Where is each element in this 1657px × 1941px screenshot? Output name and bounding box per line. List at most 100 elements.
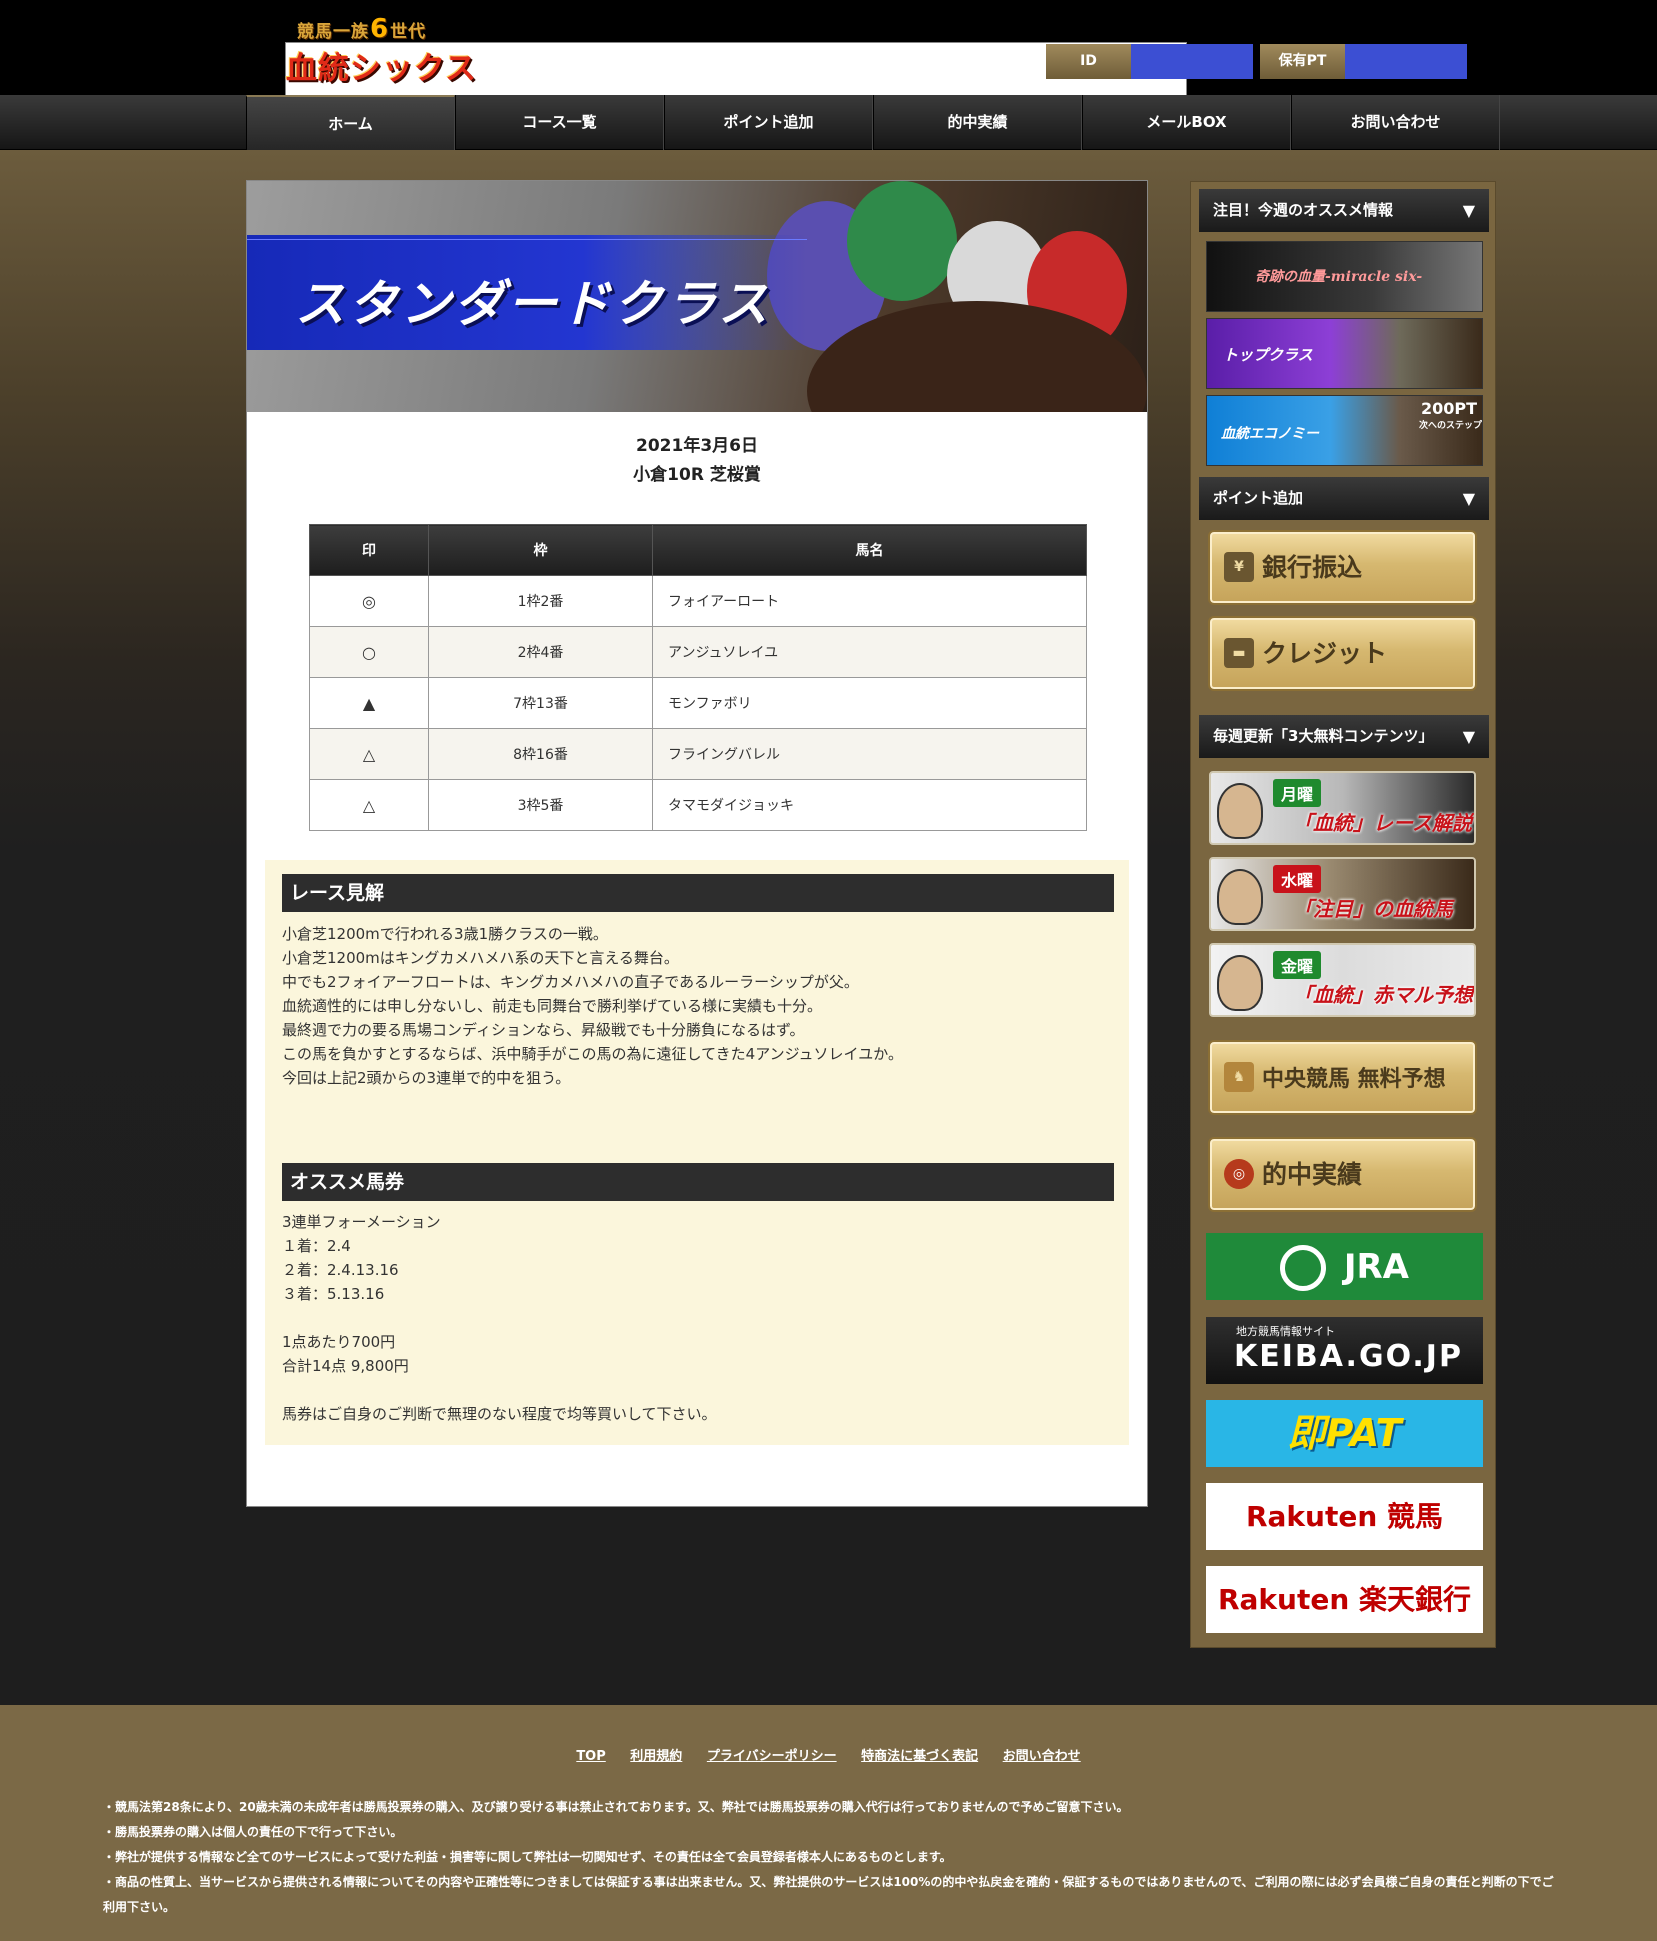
footer-link-privacy[interactable]: プライバシーポリシー — [707, 1749, 837, 1764]
analysis-heading: レース見解 — [282, 874, 1114, 912]
analysis-line: 中でも2フォイアーフロートは、キングカメハメハの直子であるルーラーシップが父。 — [282, 973, 859, 991]
nav-mailbox[interactable]: メールBOX — [1082, 95, 1291, 150]
free-title: 「血統」赤マル予想 — [1293, 983, 1473, 1007]
nav-courses[interactable]: コース一覧 — [455, 95, 664, 150]
recommend-heading[interactable]: 注目！今週のオススメ情報 ▼ — [1199, 189, 1489, 232]
credit-button[interactable]: ▬ クレジット — [1208, 616, 1477, 691]
points-heading[interactable]: ポイント追加 ▼ — [1199, 477, 1489, 520]
col-frame: 枠 — [428, 524, 653, 576]
pick-frame: 7枠13番 — [428, 677, 653, 729]
col-mark: 印 — [309, 524, 429, 576]
free-friday-banner[interactable]: 金曜 「血統」赤マル予想 — [1209, 943, 1476, 1017]
top-class-banner[interactable]: トップクラス — [1206, 318, 1483, 389]
pick-mark: △ — [309, 728, 429, 780]
economy-sub: 次へのステップ — [1419, 421, 1483, 431]
keiba-label: KEIBA.GO.JP — [1234, 1339, 1463, 1374]
pick-frame: 1枠2番 — [428, 575, 653, 627]
free-content-heading[interactable]: 毎週更新「3大無料コンテンツ」 ▼ — [1199, 715, 1489, 758]
economy-label: 血統エコノミー — [1221, 426, 1319, 442]
chevron-down-icon: ▼ — [1462, 201, 1475, 220]
free-wednesday-banner[interactable]: 水曜 「注目」の血統馬 — [1209, 857, 1476, 931]
tickets-heading: オススメ馬券 — [282, 1163, 1114, 1201]
footer-link-top[interactable]: TOP — [576, 1749, 605, 1764]
sokupat-label: 即PAT — [1287, 1411, 1402, 1455]
horse-icon: ♞ — [1224, 1062, 1254, 1092]
miracle-six-label: 奇跡の血量-miracle six- — [1255, 269, 1423, 285]
ticket-line: 合計14点 9,800円 — [282, 1357, 409, 1375]
analysis-panel: レース見解 小倉芝1200mで行われる3歳1勝クラスの一戦。 小倉芝1200mは… — [265, 860, 1129, 1445]
analysis-line: 最終週で力の要る馬場コンディションなら、昇級戦でも十分勝負になるはず。 — [282, 1021, 805, 1039]
results-label: 的中実績 — [1262, 1160, 1363, 1189]
nav-contact[interactable]: お問い合わせ — [1291, 95, 1500, 150]
footer-links: TOP 利用規約 プライバシーポリシー 特商法に基づく表記 お問い合わせ — [0, 1745, 1657, 1764]
atm-icon: ¥ — [1224, 552, 1254, 582]
logo-six: 6 — [370, 14, 390, 44]
pick-mark: △ — [309, 779, 429, 831]
points-heading-label: ポイント追加 — [1213, 489, 1304, 507]
site-logo[interactable]: 競馬一族6世代 血統シックス — [283, 10, 1187, 1369]
ticket-line — [282, 1378, 717, 1402]
chevron-down-icon: ▼ — [1462, 489, 1475, 508]
rakuten-bank-label: 楽天銀行 — [1359, 1583, 1472, 1616]
credit-card-icon: ▬ — [1224, 638, 1254, 668]
sidebar: 注目！今週のオススメ情報 ▼ 奇跡の血量-miracle six- トップクラス… — [1190, 181, 1496, 1648]
pick-mark: ▲ — [309, 677, 429, 729]
analysis-line: 血統適性的には申し分ないし、前走も同舞台で勝利挙げている様に実績も十分。 — [282, 997, 823, 1015]
pick-mark: ◎ — [309, 575, 429, 627]
footer-link-terms[interactable]: 利用規約 — [630, 1749, 682, 1764]
free-day-badge: 水曜 — [1273, 865, 1322, 893]
pick-horse: タマモダイジョッキ — [652, 779, 1087, 831]
rakuten-keiba-link[interactable]: Rakuten 競馬 — [1206, 1483, 1483, 1550]
rakuten-bank-link[interactable]: Rakuten 楽天銀行 — [1206, 1566, 1483, 1633]
analysis-line: この馬を負かすとするならば、浜中騎手がこの馬の為に遠征してきた4アンジュソレイユ… — [282, 1045, 903, 1063]
ticket-line: １着：2.4 — [282, 1237, 351, 1255]
pick-horse: モンファボリ — [652, 677, 1087, 729]
footer-link-contact[interactable]: お問い合わせ — [1003, 1749, 1081, 1764]
pick-frame: 3枠5番 — [428, 779, 653, 831]
sokupat-link[interactable]: 即PAT — [1206, 1400, 1483, 1467]
results-button[interactable]: ◎ 的中実績 — [1208, 1137, 1477, 1212]
logo-tagline-b: 世代 — [390, 22, 427, 42]
race-name: 小倉10R 芝桜賞 — [633, 465, 761, 485]
free-day-badge: 金曜 — [1273, 951, 1322, 979]
jra-link[interactable]: JRA — [1206, 1233, 1483, 1300]
free-day-badge: 月曜 — [1273, 779, 1322, 807]
ticket-line: 3連単フォーメーション — [282, 1213, 441, 1231]
free-monday-banner[interactable]: 月曜 「血統」レース解説 — [1209, 771, 1476, 845]
footer-notes: ・競馬法第28条により、20歳未満の未成年者は勝馬投票券の購入、及び譲り受ける事… — [103, 1795, 1643, 1920]
nav-home[interactable]: ホーム — [246, 95, 455, 150]
user-id-label: ID — [1046, 44, 1131, 79]
nav-add-points[interactable]: ポイント追加 — [664, 95, 873, 150]
ticket-line: ３着：5.13.16 — [282, 1285, 385, 1303]
bank-transfer-button[interactable]: ¥ 銀行振込 — [1208, 530, 1477, 605]
keiba-go-jp-link[interactable]: 地方競馬情報サイト KEIBA.GO.JP — [1206, 1317, 1483, 1384]
keiba-sub-label: 地方競馬情報サイト — [1236, 1325, 1335, 1338]
top-class-label: トップクラス — [1223, 346, 1313, 364]
footer-link-commerce[interactable]: 特商法に基づく表記 — [861, 1749, 978, 1764]
free-content-heading-label: 毎週更新「3大無料コンテンツ」 — [1213, 727, 1434, 745]
user-id-value — [1131, 44, 1253, 79]
mascot-icon — [1217, 869, 1263, 925]
tickets-text: 3連単フォーメーション １着：2.4 ２着：2.4.13.16 ３着：5.13.… — [282, 1210, 717, 1426]
mascot-icon — [1217, 955, 1263, 1011]
free-title: 「血統」レース解説 — [1293, 811, 1472, 835]
analysis-text: 小倉芝1200mで行われる3歳1勝クラスの一戦。 小倉芝1200mはキングカメハ… — [282, 922, 903, 1090]
miracle-six-banner[interactable]: 奇跡の血量-miracle six- — [1206, 241, 1483, 312]
chevron-down-icon: ▼ — [1462, 727, 1475, 746]
table-row: ○ 2枠4番 アンジュソレイユ — [309, 626, 1087, 678]
jra-logo-icon — [1280, 1244, 1326, 1291]
table-row: △ 3枠5番 タマモダイジョッキ — [309, 779, 1087, 831]
analysis-line: 小倉芝1200mで行われる3歳1勝クラスの一戦。 — [282, 925, 608, 943]
pick-horse: フォイアーロート — [652, 575, 1087, 627]
central-racing-button[interactable]: ♞ 中央競馬 無料予想 — [1208, 1040, 1477, 1115]
bank-transfer-label: 銀行振込 — [1262, 553, 1363, 582]
points-label: 保有PT — [1260, 44, 1345, 79]
footer-note: ・競馬法第28条により、20歳未満の未成年者は勝馬投票券の購入、及び譲り受ける事… — [103, 1800, 1129, 1814]
nav-results[interactable]: 的中実績 — [873, 95, 1082, 150]
free-title: 「注目」の血統馬 — [1293, 897, 1453, 921]
pick-horse: アンジュソレイユ — [652, 626, 1087, 678]
economy-points: 200PT — [1421, 399, 1478, 418]
economy-banner[interactable]: 血統エコノミー 200PT 次へのステップ — [1206, 395, 1483, 466]
footer-note: ・弊社が提供する情報など全てのサービスによって受けた利益・損害等に関して弊社は一… — [103, 1850, 952, 1864]
rakuten-keiba-brand: Rakuten — [1245, 1500, 1378, 1533]
